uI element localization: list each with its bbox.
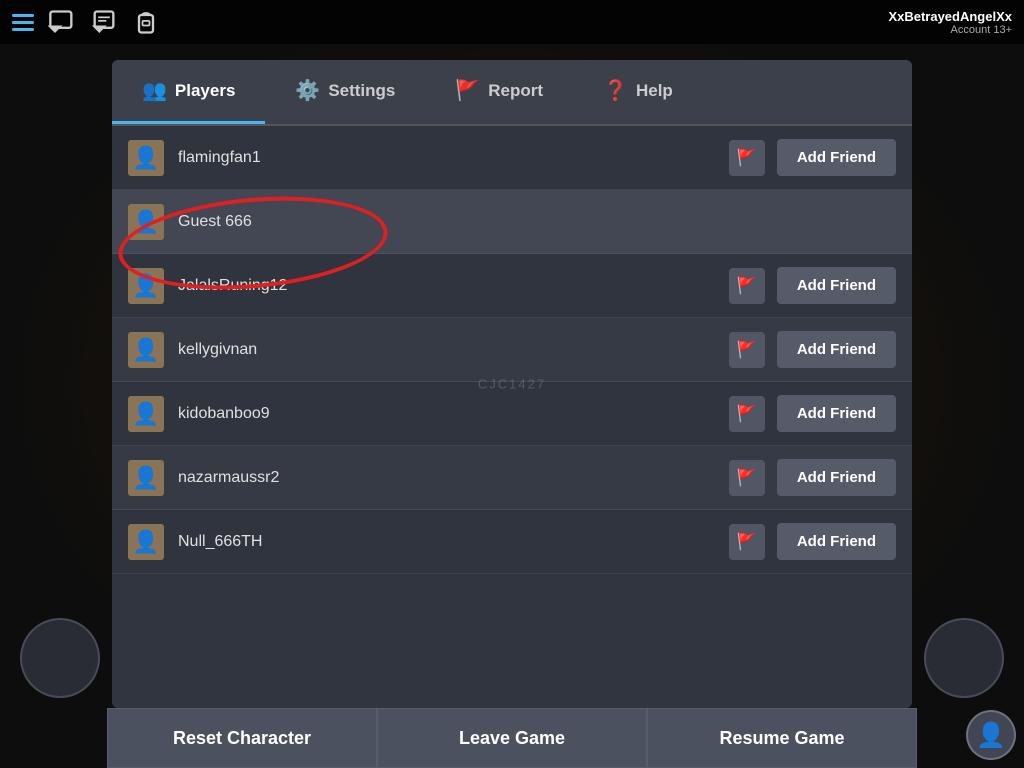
add-friend-button[interactable]: Add Friend (777, 139, 896, 176)
player-row-selected[interactable]: Guest 666 (112, 190, 912, 254)
report-flag-button[interactable]: 🚩 (729, 332, 765, 368)
add-friend-button[interactable]: Add Friend (777, 523, 896, 560)
player-name: JalalsRuning12 (178, 277, 729, 295)
avatar (128, 140, 164, 176)
right-control[interactable] (924, 618, 1004, 698)
left-control[interactable] (20, 618, 100, 698)
player-name: kellygivnan (178, 341, 729, 359)
player-name: flamingfan1 (178, 149, 729, 167)
resume-game-button[interactable]: Resume Game (647, 708, 917, 768)
top-bar: XxBetrayedAngelXx Account 13+ (0, 0, 1024, 44)
username-display: XxBetrayedAngelXx (888, 9, 1012, 24)
tab-players[interactable]: 👥 Players (112, 60, 265, 124)
add-friend-button[interactable]: Add Friend (777, 395, 896, 432)
settings-icon: ⚙️ (295, 78, 320, 103)
hamburger-menu-button[interactable] (12, 14, 34, 31)
player-row[interactable]: Null_666TH 🚩 Add Friend (112, 510, 912, 574)
add-friend-button[interactable]: Add Friend (777, 459, 896, 496)
report-flag-button[interactable]: 🚩 (729, 460, 765, 496)
avatar (128, 204, 164, 240)
report-flag-button[interactable]: 🚩 (729, 524, 765, 560)
player-name: nazarmaussr2 (178, 469, 729, 487)
top-bar-left (12, 8, 160, 36)
tab-help-label: Help (636, 81, 673, 101)
tab-settings[interactable]: ⚙️ Settings (265, 60, 425, 124)
tab-help[interactable]: ❓ Help (573, 60, 703, 124)
tab-players-label: Players (175, 81, 236, 101)
main-panel: 👥 Players ⚙️ Settings 🚩 Report ❓ Help fl… (112, 60, 912, 708)
user-info: XxBetrayedAngelXx Account 13+ (888, 9, 1012, 36)
help-icon: ❓ (603, 78, 628, 103)
tab-report-label: Report (488, 81, 543, 101)
backpack-icon[interactable] (132, 8, 160, 36)
tab-report[interactable]: 🚩 Report (425, 60, 573, 124)
add-friend-button[interactable]: Add Friend (777, 331, 896, 368)
bottom-action-bar: Reset Character Leave Game Resume Game (0, 708, 1024, 768)
player-row[interactable]: kidobanboo9 🚩 Add Friend (112, 382, 912, 446)
avatar (128, 332, 164, 368)
account-age-display: Account 13+ (888, 24, 1012, 36)
player-name: Null_666TH (178, 533, 729, 551)
report-flag-button[interactable]: 🚩 (729, 396, 765, 432)
player-avatar-circle[interactable]: 👤 (966, 710, 1016, 760)
report-icon: 🚩 (455, 78, 480, 103)
chat-icon[interactable] (90, 8, 118, 36)
report-flag-button[interactable]: 🚩 (729, 140, 765, 176)
reset-character-button[interactable]: Reset Character (107, 708, 377, 768)
tab-bar: 👥 Players ⚙️ Settings 🚩 Report ❓ Help (112, 60, 912, 126)
player-row[interactable]: flamingfan1 🚩 Add Friend (112, 126, 912, 190)
player-list: flamingfan1 🚩 Add Friend Guest 666 Jalal… (112, 126, 912, 708)
tab-settings-label: Settings (328, 81, 395, 101)
chat-bubble-icon[interactable] (48, 8, 76, 36)
avatar (128, 460, 164, 496)
avatar (128, 524, 164, 560)
report-flag-button[interactable]: 🚩 (729, 268, 765, 304)
avatar (128, 268, 164, 304)
avatar (128, 396, 164, 432)
players-icon: 👥 (142, 78, 167, 103)
player-row[interactable]: JalalsRuning12 🚩 Add Friend (112, 254, 912, 318)
player-row[interactable]: nazarmaussr2 🚩 Add Friend (112, 446, 912, 510)
player-name: Guest 666 (178, 213, 896, 231)
leave-game-button[interactable]: Leave Game (377, 708, 647, 768)
player-name: kidobanboo9 (178, 405, 729, 423)
add-friend-button[interactable]: Add Friend (777, 267, 896, 304)
player-row[interactable]: kellygivnan 🚩 Add Friend (112, 318, 912, 382)
